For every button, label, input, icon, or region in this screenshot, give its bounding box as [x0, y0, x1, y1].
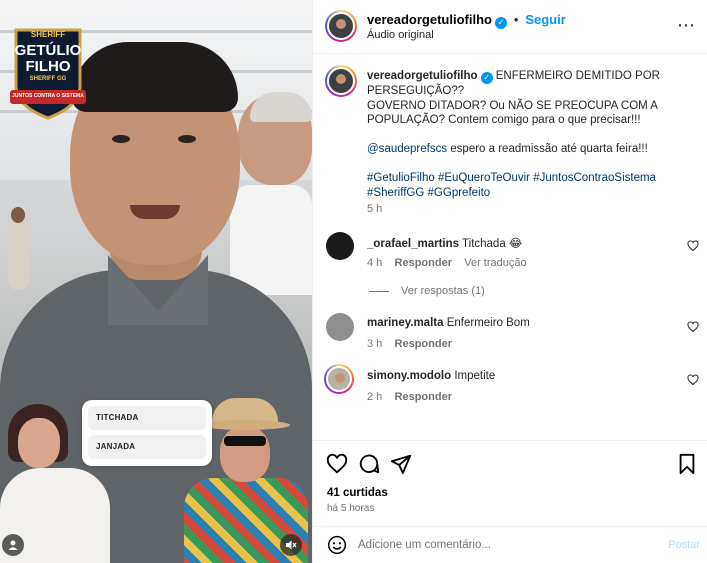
comment-text: Enfermeiro Bom — [446, 317, 530, 329]
user-icon — [8, 540, 18, 550]
audio-label[interactable]: Áudio original — [367, 29, 434, 41]
hashtag-link[interactable]: #GetulioFilho — [367, 172, 435, 184]
logo-badge-text: SHERIFF GG — [29, 76, 67, 82]
caption-avatar[interactable] — [325, 65, 357, 97]
tagged-users-button[interactable] — [2, 534, 24, 556]
post-details-panel: vereadorgetuliofilho ✓ • Seguir Áudio ori… — [312, 0, 707, 563]
emoji-icon[interactable] — [327, 535, 347, 555]
logo-top-text: SHERIFF — [30, 30, 66, 39]
add-comment-bar: Postar — [313, 526, 707, 563]
muted-speaker-icon — [286, 540, 297, 550]
heart-icon[interactable] — [687, 321, 699, 333]
poll-option[interactable]: TITCHADA — [88, 406, 206, 430]
reply-button[interactable]: Responder — [395, 257, 452, 269]
author-username[interactable]: vereadorgetuliofilho — [367, 12, 492, 27]
comment-username[interactable]: _orafael_martins — [367, 238, 459, 250]
post-comment-button[interactable]: Postar — [668, 539, 700, 551]
instagram-post-view: SHERIFF GETÚLIO FILHO SHERIFF GG JUNTOS … — [0, 0, 707, 563]
comment-text: Impetite — [454, 370, 496, 382]
likes-count[interactable]: 41 curtidas — [327, 487, 388, 499]
hashtag-link[interactable]: #GGprefeito — [428, 187, 491, 199]
logo-line2: FILHO — [25, 58, 71, 75]
like-heart-icon[interactable] — [326, 453, 348, 475]
follow-button[interactable]: Seguir — [525, 12, 565, 27]
caption-username[interactable]: vereadorgetuliofilho — [367, 70, 478, 82]
background-man — [230, 185, 312, 295]
translate-button[interactable]: Ver tradução — [464, 257, 526, 269]
hashtag-link[interactable]: #SheriffGG — [367, 187, 424, 199]
sheriff-logo: SHERIFF GETÚLIO FILHO SHERIFF GG JUNTOS … — [10, 24, 86, 120]
commenter-avatar[interactable] — [326, 313, 354, 341]
reply-button[interactable]: Responder — [395, 391, 452, 403]
heart-icon[interactable] — [687, 240, 699, 252]
caption-time: 5 h — [367, 203, 383, 215]
more-options-icon[interactable]: ⋯ — [677, 16, 696, 34]
mention-link[interactable]: @saudeprefscs — [367, 143, 447, 155]
poll-sticker[interactable]: TITCHADA JANJADA — [82, 400, 212, 466]
comment-username[interactable]: mariney.malta — [367, 317, 444, 329]
view-replies-button[interactable]: Ver respostas (1) — [369, 285, 485, 297]
verified-badge-icon: ✓ — [480, 72, 493, 84]
reply-button[interactable]: Responder — [395, 338, 452, 350]
caption: vereadorgetuliofilho ✓ ENFERMEIRO DEMITID… — [367, 70, 660, 199]
reel-video[interactable]: SHERIFF GETÚLIO FILHO SHERIFF GG JUNTOS … — [0, 0, 312, 563]
hashtag-link[interactable]: #EuQueroTeOuvir — [438, 172, 530, 184]
share-send-icon[interactable] — [390, 453, 412, 475]
save-bookmark-icon[interactable] — [676, 453, 698, 475]
comment-text: Titchada 😂 — [462, 238, 523, 250]
post-actions: 41 curtidas há 5 horas — [313, 440, 707, 526]
post-header: vereadorgetuliofilho ✓ • Seguir Áudio ori… — [313, 0, 707, 54]
hashtag-link[interactable]: #JuntosContraoSistema — [533, 172, 656, 184]
logo-slogan: JUNTOS CONTRA O SISTEMA — [12, 93, 84, 99]
comment-bubble-icon[interactable] — [358, 453, 380, 475]
heart-icon[interactable] — [687, 374, 699, 386]
verified-badge-icon: ✓ — [494, 17, 507, 29]
comment-input[interactable] — [358, 535, 638, 555]
post-date: há 5 horas — [327, 503, 375, 514]
comment-username[interactable]: simony.modolo — [367, 370, 451, 382]
author-avatar[interactable] — [325, 10, 357, 42]
mute-button[interactable] — [280, 534, 302, 556]
commenter-avatar[interactable] — [324, 364, 354, 394]
logo-line1: GETÚLIO — [14, 42, 82, 59]
poll-option[interactable]: JANJADA — [88, 435, 206, 459]
commenter-avatar[interactable] — [326, 232, 354, 260]
